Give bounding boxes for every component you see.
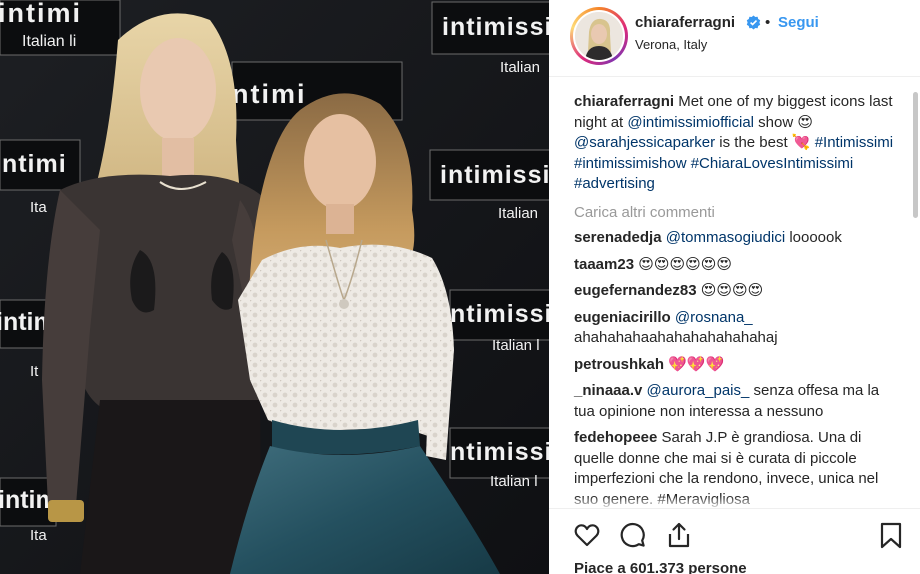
- caption-text: show 😍: [754, 113, 814, 131]
- post-side-panel: chiaraferragni • Segui Verona, Italy chi…: [549, 0, 920, 574]
- comment-text: 😍😍😍😍😍😍: [634, 255, 733, 273]
- comment-item: _ninaaa.v @aurora_pais_ senza offesa ma …: [574, 381, 894, 422]
- comment-text: 💖💖💖: [664, 355, 725, 373]
- comments-list: chiaraferragni Met one of my biggest ico…: [574, 92, 894, 516]
- backdrop-tagline: It: [30, 363, 39, 380]
- comment-username[interactable]: petroushkah: [574, 356, 664, 373]
- comment-item: taaam23 😍😍😍😍😍😍: [574, 255, 894, 276]
- backdrop-tagline: Italian: [498, 205, 538, 222]
- separator-dot: •: [765, 14, 771, 31]
- backdrop-tagline: Ita: [30, 527, 47, 544]
- backdrop-brand: intimi: [0, 0, 82, 28]
- likes-count[interactable]: Piace a 601.373 persone: [574, 560, 747, 574]
- caption-hashtag[interactable]: #ChiaraLovesIntimissimi: [691, 155, 854, 172]
- avatar[interactable]: [570, 7, 628, 65]
- backdrop-brand: intimissi: [440, 161, 549, 189]
- caption-hashtag[interactable]: #intimissimishow: [574, 155, 687, 172]
- comments-scrollbar[interactable]: [913, 92, 918, 218]
- caption-hashtag[interactable]: #Intimissimi: [815, 134, 893, 151]
- caption-mention[interactable]: @intimissimiofficial: [627, 114, 754, 131]
- backdrop-tagline: Italian li: [22, 33, 76, 50]
- comment-bubble-icon[interactable]: [619, 521, 647, 549]
- comment-username[interactable]: serenadedja: [574, 229, 662, 246]
- comment-item: serenadedja @tommasogiudici loooook: [574, 228, 894, 249]
- caption-mention[interactable]: @sarahjessicaparker: [574, 134, 715, 151]
- comment-mention[interactable]: @tommasogiudici: [666, 229, 785, 246]
- backdrop-tagline: Italian l: [490, 473, 538, 490]
- verified-badge-icon: [746, 15, 761, 30]
- share-icon[interactable]: [665, 521, 693, 549]
- comment-text: 😍😍😍😍: [696, 282, 764, 299]
- comment-username[interactable]: _ninaaa.v: [574, 382, 642, 399]
- caption-text: is the best 💘: [715, 134, 815, 151]
- backdrop-brand: ntimissi: [450, 438, 549, 466]
- backdrop-brand: ntimissi: [450, 300, 549, 328]
- post-caption: chiaraferragni Met one of my biggest ico…: [574, 92, 894, 195]
- comment-username[interactable]: fedehopeee: [574, 429, 657, 446]
- backdrop-tagline: Ita: [30, 199, 47, 216]
- comment-mention[interactable]: @aurora_pais_: [647, 382, 750, 399]
- post-author-username[interactable]: chiaraferragni: [635, 14, 735, 31]
- comment-username[interactable]: eugeniacirillo: [574, 309, 671, 326]
- comment-mention[interactable]: @rosnana_: [675, 309, 753, 326]
- backdrop-brand: intimi: [0, 150, 67, 178]
- comment-item: eugeniacirillo @rosnana_ ahahahahaahahah…: [574, 308, 894, 349]
- post-location[interactable]: Verona, Italy: [635, 37, 707, 52]
- comment-text: ahahahahaahahahahahahahaj: [574, 329, 778, 346]
- comment-text: loooook: [785, 229, 842, 246]
- post-photo[interactable]: intimi Italian li intimissi Italian ntim…: [0, 0, 549, 574]
- load-more-comments-button[interactable]: Carica altri commenti: [574, 203, 894, 224]
- bookmark-icon[interactable]: [877, 521, 905, 549]
- comment-username[interactable]: taaam23: [574, 256, 634, 273]
- post-actions-bar: Piace a 601.373 persone: [549, 508, 920, 574]
- post-header: chiaraferragni • Segui Verona, Italy: [549, 0, 920, 77]
- comment-item: petroushkah 💖💖💖: [574, 355, 894, 376]
- caption-username[interactable]: chiaraferragni: [574, 93, 674, 110]
- backdrop-tagline: Italian: [500, 59, 540, 76]
- heart-icon[interactable]: [573, 521, 601, 549]
- follow-button[interactable]: Segui: [778, 14, 819, 31]
- photo-illustration: intimi Italian li intimissi Italian ntim…: [0, 0, 549, 574]
- comment-username[interactable]: eugefernandez83: [574, 282, 697, 299]
- backdrop-brand: ntimi: [232, 79, 307, 109]
- caption-hashtag[interactable]: #advertising: [574, 175, 655, 192]
- backdrop-brand: intimissi: [442, 13, 549, 41]
- backdrop-tagline: Italian l: [492, 337, 540, 354]
- comment-item: eugefernandez83 😍😍😍😍: [574, 281, 894, 302]
